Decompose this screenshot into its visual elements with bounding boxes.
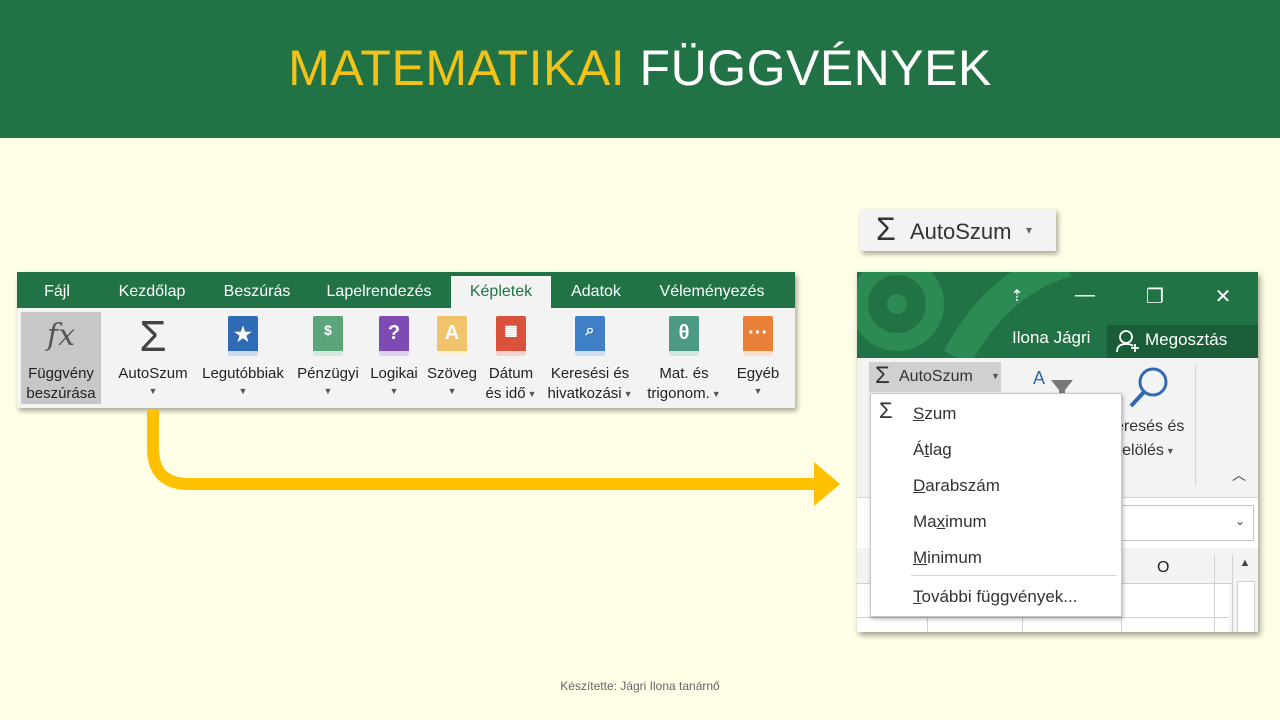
group-divider [1195, 364, 1196, 486]
vertical-scrollbar[interactable]: ▲ [1232, 555, 1257, 632]
autosum-dropdown-button[interactable]: Σ AutoSzum ▼ [869, 362, 1001, 392]
grid-line [1214, 555, 1215, 632]
menu-item-label: Minimum [913, 548, 982, 567]
autosum-label: AutoSzum [899, 368, 973, 385]
find-select-label-2[interactable]: ijelölés ▼ [1115, 442, 1175, 460]
column-header-o[interactable]: O [1157, 559, 1169, 577]
footer-credit: Készítette: Jágri Ilona tanárnő [560, 679, 720, 693]
person-add-icon [1116, 330, 1139, 353]
collapse-ribbon-icon[interactable]: ︿ [1232, 465, 1246, 485]
sigma-icon: Σ [875, 362, 890, 389]
row-line [857, 617, 1229, 618]
share-label: Megosztás [1145, 330, 1228, 349]
sigma-icon: Σ [879, 398, 893, 423]
menu-divider [911, 575, 1117, 576]
menu-item-min[interactable]: Minimum [871, 540, 1121, 574]
menu-item-count[interactable]: Darabszám [871, 468, 1121, 502]
menu-item-label: További függvények... [913, 587, 1078, 606]
formula-expand[interactable]: ⌄ [1115, 505, 1254, 541]
sort-filter-icon[interactable]: A [1031, 366, 1081, 396]
menu-item-average[interactable]: Átlag [871, 432, 1121, 466]
user-name[interactable]: Ilona Jágri [1012, 328, 1090, 348]
close-icon[interactable]: ✕ [1208, 284, 1238, 309]
chevron-down-icon: ▼ [991, 371, 1000, 381]
menu-item-label: Maximum [913, 512, 987, 531]
scroll-up-icon[interactable]: ▲ [1233, 557, 1257, 569]
scrollbar-thumb[interactable] [1237, 581, 1255, 632]
find-select-label[interactable]: eresés és [1115, 418, 1184, 436]
ribbon-display-icon[interactable]: ⇡ [1002, 286, 1032, 306]
autosum-menu: Σ Szum Átlag Darabszám Maximum Minimum T… [870, 393, 1122, 617]
menu-item-more-functions[interactable]: További függvények... [871, 579, 1121, 613]
menu-item-label: Átlag [913, 440, 952, 459]
excel-window: ⇡ — ❐ ✕ Ilona Jágri Megosztás Σ AutoSzum… [857, 272, 1258, 632]
autosum-chip-label: AutoSzum [910, 219, 1012, 244]
menu-item-sum[interactable]: Σ Szum [871, 396, 1121, 430]
menu-item-label: Szum [913, 404, 957, 423]
menu-item-label: Darabszám [913, 476, 1000, 495]
restore-icon[interactable]: ❐ [1140, 284, 1170, 309]
share-button[interactable]: Megosztás [1107, 325, 1258, 358]
chevron-down-icon: ⌄ [1234, 514, 1245, 528]
sigma-icon: Σ [876, 211, 896, 247]
arrow-shaft [147, 410, 818, 490]
autosum-chip[interactable]: Σ AutoSzum ▾ [860, 209, 1056, 251]
menu-item-max[interactable]: Maximum [871, 504, 1121, 538]
minimize-icon[interactable]: — [1070, 284, 1100, 307]
magnifier-icon[interactable] [1125, 366, 1175, 412]
arrow-head [814, 462, 840, 506]
chevron-down-icon: ▾ [1026, 223, 1033, 237]
title-bar: ⇡ — ❐ ✕ Ilona Jágri Megosztás [857, 272, 1258, 358]
svg-text:A: A [1033, 368, 1045, 388]
